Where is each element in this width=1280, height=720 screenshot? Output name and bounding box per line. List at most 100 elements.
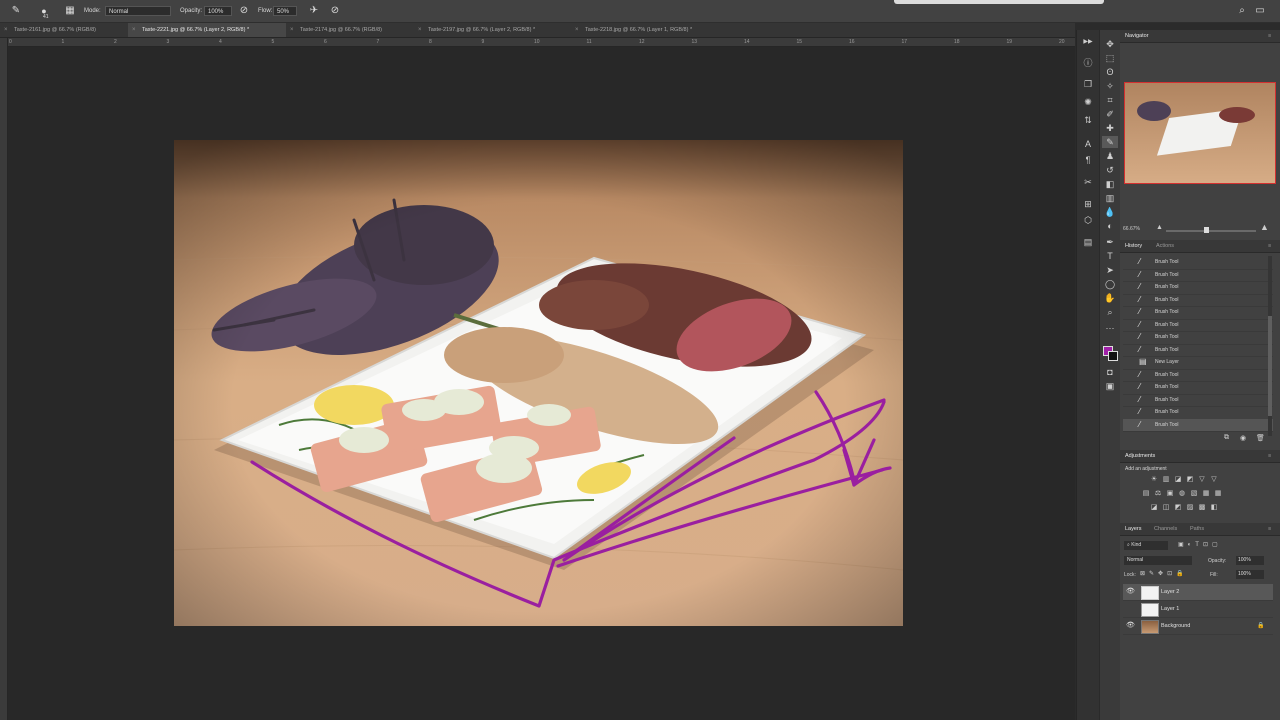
libraries-icon[interactable]: ▤ — [1080, 236, 1096, 248]
tab-paths[interactable]: Paths — [1190, 523, 1204, 535]
clone-source-icon[interactable]: ❐ — [1080, 78, 1096, 90]
panel-menu-icon[interactable]: ≡ — [1268, 240, 1271, 252]
close-icon[interactable]: × — [575, 23, 579, 37]
lock-icon[interactable]: 🔒 — [1257, 618, 1264, 634]
history-item[interactable]: ⁄ Brush Tool — [1123, 331, 1273, 345]
visibility-eye-icon[interactable]: 👁 — [1126, 584, 1135, 600]
tab-taste-2161[interactable]: × Taste-2161.jpg @ 66.7% (RGB/8) — [0, 23, 128, 37]
adjustment-icon[interactable]: ◫ — [1162, 504, 1170, 512]
dodge-tool-icon[interactable]: ◐ — [1102, 220, 1118, 232]
timeline-icon[interactable]: ⊞ — [1080, 198, 1096, 210]
history-item[interactable]: ⁄ Brush Tool — [1123, 256, 1273, 270]
brush-tool-preset-icon[interactable]: ✎ — [10, 5, 22, 17]
opacity-field[interactable]: 100% — [204, 6, 232, 16]
adjustment-icon[interactable]: ◪ — [1174, 476, 1182, 484]
adjustment-icon[interactable]: ▦ — [1202, 490, 1210, 498]
layer-row-layer-1[interactable]: Layer 1 — [1123, 601, 1273, 618]
history-brush-tool-icon[interactable]: ↺ — [1102, 164, 1118, 176]
3d-icon[interactable]: ⬡ — [1080, 214, 1096, 226]
adjustment-icon[interactable]: ▣ — [1166, 490, 1174, 498]
fill-field[interactable]: 100% — [1236, 570, 1264, 579]
adjustment-icon[interactable]: ▨ — [1186, 504, 1194, 512]
brush-tool-icon[interactable]: ✎ — [1102, 136, 1118, 148]
quick-select-tool-icon[interactable]: ✧ — [1102, 80, 1118, 92]
type-tool-icon[interactable]: T — [1102, 250, 1118, 262]
panel-menu-icon[interactable]: ≡ — [1268, 450, 1271, 462]
pen-tool-icon[interactable]: ✒ — [1102, 236, 1118, 248]
clone-stamp-tool-icon[interactable]: ♟ — [1102, 150, 1118, 162]
crop-tool-icon[interactable]: ⌗ — [1102, 94, 1118, 106]
trash-icon[interactable]: 🗑 — [1256, 434, 1265, 442]
brush-presets-icon[interactable]: ✺ — [1080, 96, 1096, 108]
adjustment-icon[interactable]: ◍ — [1178, 490, 1186, 498]
zoom-out-icon[interactable]: ▲ — [1156, 224, 1163, 231]
adjustment-icon[interactable]: ▤ — [1142, 490, 1150, 498]
gradient-tool-icon[interactable]: ▥ — [1102, 192, 1118, 204]
panel-menu-icon[interactable]: ≡ — [1268, 30, 1271, 42]
history-item[interactable]: ⁄ Brush Tool — [1123, 344, 1273, 357]
tab-channels[interactable]: Channels — [1154, 523, 1177, 535]
blur-tool-icon[interactable]: 💧 — [1102, 206, 1118, 218]
character-icon[interactable]: A — [1080, 138, 1096, 150]
history-scrollbar[interactable] — [1268, 256, 1272, 436]
eraser-tool-icon[interactable]: ◧ — [1102, 178, 1118, 190]
collapse-icon[interactable]: ▶▶ — [1080, 36, 1096, 48]
zoom-tool-icon[interactable]: ⌕ — [1102, 306, 1118, 318]
history-item[interactable]: ⁄ Brush Tool — [1123, 369, 1273, 382]
healing-brush-tool-icon[interactable]: ✚ — [1102, 122, 1118, 134]
panel-menu-icon[interactable]: ≡ — [1268, 523, 1271, 535]
blend-mode-select[interactable]: Normal — [1124, 556, 1192, 565]
layer-row-layer-2[interactable]: 👁 Layer 2 — [1123, 584, 1273, 601]
adjustment-icon[interactable]: ▽ — [1210, 476, 1218, 484]
close-icon[interactable]: × — [418, 23, 422, 37]
adjustment-icon[interactable]: ◧ — [1210, 504, 1218, 512]
workspace-icon[interactable]: ▭ — [1254, 5, 1266, 17]
history-item[interactable]: ⁄ Brush Tool — [1123, 406, 1273, 420]
brush-panel-icon[interactable]: ▦ — [64, 5, 76, 17]
history-item[interactable]: ⁄ Brush Tool — [1123, 281, 1273, 295]
screen-mode-icon[interactable]: ▣ — [1102, 380, 1118, 392]
navigator-preview[interactable] — [1124, 82, 1276, 184]
tab-taste-2221[interactable]: × Taste-2221.jpg @ 66.7% (Layer 2, RGB/8)… — [128, 23, 286, 37]
search-icon[interactable]: ⌕ — [1236, 5, 1248, 17]
history-item[interactable]: ⁄ Brush Tool — [1123, 294, 1273, 307]
properties-icon[interactable]: ⇅ — [1080, 114, 1096, 126]
visibility-eye-icon[interactable]: 👁 — [1126, 618, 1135, 634]
search-field[interactable] — [894, 0, 1104, 4]
adjustments-title[interactable]: Adjustments — [1125, 450, 1155, 462]
tab-taste-2218[interactable]: × Taste-2218.jpg @ 66.7% (Layer 1, RGB/8)… — [571, 23, 731, 37]
background-color-swatch[interactable] — [1108, 351, 1118, 361]
navigator-view-box[interactable] — [1124, 82, 1276, 184]
adjustment-icon[interactable]: ▥ — [1162, 476, 1170, 484]
tab-taste-2197[interactable]: × Taste-2197.jpg @ 66.7% (Layer 2, RGB/8)… — [414, 23, 571, 37]
shape-tool-icon[interactable]: ◯ — [1102, 278, 1118, 290]
adjustment-icon[interactable]: ☀ — [1150, 476, 1158, 484]
pressure-size-icon[interactable]: ⊘ — [329, 5, 341, 17]
adjustment-icon[interactable]: ◩ — [1174, 504, 1182, 512]
layer-row-background[interactable]: 👁 Background 🔒 — [1123, 618, 1273, 635]
pressure-opacity-icon[interactable]: ⊘ — [238, 5, 250, 17]
info-icon[interactable]: ⓘ — [1080, 57, 1096, 69]
zoom-in-icon[interactable]: ▲ — [1260, 222, 1269, 232]
adjustment-icon[interactable]: ◩ — [1186, 476, 1194, 484]
adjustment-icon[interactable]: ▽ — [1198, 476, 1206, 484]
airbrush-icon[interactable]: ✈ — [308, 5, 320, 17]
layer-filter-select[interactable]: ⌕ Kind — [1124, 541, 1168, 550]
tab-actions[interactable]: Actions — [1156, 240, 1174, 252]
layer-filter-icons[interactable]: ▣◐T⊡▢ — [1178, 541, 1258, 550]
document-image[interactable] — [174, 140, 903, 626]
adjustment-icon[interactable]: ▧ — [1190, 490, 1198, 498]
navigator-zoom-value[interactable]: 66.67% — [1123, 226, 1140, 232]
close-icon[interactable]: × — [290, 23, 294, 37]
marquee-tool-icon[interactable]: ⬚ — [1102, 52, 1118, 64]
tab-history[interactable]: History — [1125, 240, 1142, 252]
history-item[interactable]: ▤ New Layer — [1123, 356, 1273, 370]
layer-opacity-field[interactable]: 100% — [1236, 556, 1264, 565]
lasso-tool-icon[interactable]: ʘ — [1102, 66, 1118, 78]
mode-select[interactable]: Normal — [105, 6, 171, 16]
lock-icons[interactable]: ⊠✎✥⊡🔒 — [1140, 570, 1188, 577]
adjustment-icon[interactable]: ◪ — [1150, 504, 1158, 512]
horizontal-ruler[interactable]: 0 1 2 3 4 5 6 7 8 9 10 11 12 13 14 15 16 17 18 19 20 — [7, 38, 1075, 47]
zoom-slider-handle[interactable] — [1204, 227, 1209, 233]
path-select-tool-icon[interactable]: ➤ — [1102, 264, 1118, 276]
